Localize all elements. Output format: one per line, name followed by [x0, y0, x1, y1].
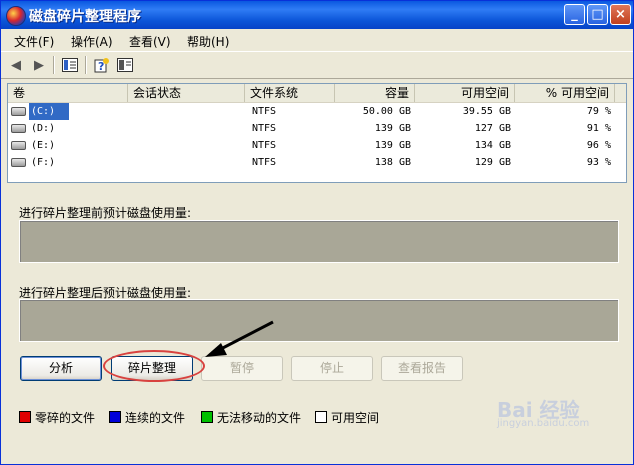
volume-row[interactable]: (D:) NTFS 139 GB 127 GB 91 %: [8, 120, 626, 137]
volume-row[interactable]: (F:) NTFS 138 GB 129 GB 93 %: [8, 154, 626, 171]
volume-fs: NTFS: [252, 157, 277, 168]
help-icon[interactable]: ?: [93, 56, 111, 74]
volume-capacity: 139 GB: [374, 140, 411, 151]
volume-list-header: 卷 会话状态 文件系统 容量 可用空间 % 可用空间: [8, 84, 626, 103]
column-header-file-system[interactable]: 文件系统: [245, 84, 335, 102]
column-header-capacity[interactable]: 容量: [335, 84, 415, 102]
before-defrag-label: 进行碎片整理前预计磁盘使用量:: [19, 206, 192, 220]
column-header-session-status[interactable]: 会话状态: [128, 84, 245, 102]
volume-capacity: 139 GB: [374, 123, 411, 134]
after-defrag-display: [19, 299, 619, 342]
legend-unmovable: 无法移动的文件: [201, 411, 301, 425]
view-report-button[interactable]: 查看报告: [381, 356, 463, 381]
legend-free-label: 可用空间: [331, 411, 380, 425]
analyze-button[interactable]: 分析: [20, 356, 102, 381]
volume-free: 129 GB: [474, 157, 511, 168]
toolbar-separator: [53, 56, 55, 74]
toolbar-separator: [85, 56, 87, 74]
hard-drive-icon: [11, 124, 26, 133]
stop-button[interactable]: 停止: [291, 356, 373, 381]
white-swatch-icon: [315, 411, 327, 423]
annotation-circle: [103, 350, 205, 382]
hard-drive-icon: [11, 141, 26, 150]
menu-view[interactable]: 查看(V): [129, 33, 171, 50]
legend-contiguous: 连续的文件: [109, 411, 185, 425]
baidu-watermark-url: jingyan.baidu.com: [497, 418, 590, 429]
defrag-app-icon: [6, 6, 26, 26]
blue-swatch-icon: [109, 411, 121, 423]
volume-percent-free: 79 %: [586, 106, 611, 117]
volume-free: 127 GB: [474, 123, 511, 134]
menu-bar: 文件(F) 操作(A) 查看(V) 帮助(H): [1, 29, 633, 51]
volume-percent-free: 91 %: [586, 123, 611, 134]
back-arrow-icon[interactable]: ◀: [7, 56, 25, 74]
volume-capacity: 50.00 GB: [362, 106, 411, 117]
volume-row[interactable]: (E:) NTFS 139 GB 134 GB 96 %: [8, 137, 626, 154]
menu-action[interactable]: 操作(A): [71, 33, 113, 50]
legend-fragmented: 零碎的文件: [19, 411, 95, 425]
title-bar[interactable]: 磁盘碎片整理程序 _ □ ×: [1, 1, 633, 29]
volume-capacity: 138 GB: [374, 157, 411, 168]
close-button[interactable]: ×: [610, 4, 631, 25]
minimize-button[interactable]: _: [564, 4, 585, 25]
legend-unmovable-label: 无法移动的文件: [217, 411, 302, 425]
annotation-arrow-icon: [205, 320, 274, 357]
volume-free: 39.55 GB: [462, 106, 511, 117]
red-swatch-icon: [19, 411, 31, 423]
menu-help[interactable]: 帮助(H): [187, 33, 229, 50]
toolbar: ◀ ▶ ?: [1, 51, 633, 79]
volume-row[interactable]: (C:) NTFS 50.00 GB 39.55 GB 79 %: [8, 103, 626, 120]
before-defrag-display: [19, 220, 619, 263]
legend-contiguous-label: 连续的文件: [125, 411, 186, 425]
volume-fs: NTFS: [252, 140, 277, 151]
volume-free: 134 GB: [474, 140, 511, 151]
volume-fs: NTFS: [252, 106, 277, 117]
console-icon[interactable]: [116, 56, 134, 74]
volume-name: (C:): [29, 103, 69, 120]
legend-free: 可用空间: [315, 411, 379, 425]
green-swatch-icon: [201, 411, 213, 423]
volume-name: (E:): [31, 140, 56, 151]
legend-fragmented-label: 零碎的文件: [35, 411, 96, 425]
maximize-button[interactable]: □: [587, 4, 608, 25]
volume-percent-free: 93 %: [586, 157, 611, 168]
volume-fs: NTFS: [252, 123, 277, 134]
view-icon[interactable]: [61, 56, 79, 74]
hard-drive-icon: [11, 107, 26, 116]
hard-drive-icon: [11, 158, 26, 167]
volume-percent-free: 96 %: [586, 140, 611, 151]
volume-list[interactable]: 卷 会话状态 文件系统 容量 可用空间 % 可用空间 (C:) NTFS 50.…: [7, 83, 627, 183]
column-header-volume[interactable]: 卷: [8, 84, 128, 102]
volume-name: (F:): [31, 157, 56, 168]
volume-name: (D:): [31, 123, 56, 134]
menu-file[interactable]: 文件(F): [14, 33, 54, 50]
defrag-window: 磁盘碎片整理程序 _ □ × 文件(F) 操作(A) 查看(V) 帮助(H) ◀…: [0, 0, 634, 465]
column-header-free-space[interactable]: 可用空间: [415, 84, 515, 102]
forward-arrow-icon[interactable]: ▶: [30, 56, 48, 74]
window-title: 磁盘碎片整理程序: [29, 9, 141, 25]
column-header-percent-free[interactable]: % 可用空间: [515, 84, 615, 102]
